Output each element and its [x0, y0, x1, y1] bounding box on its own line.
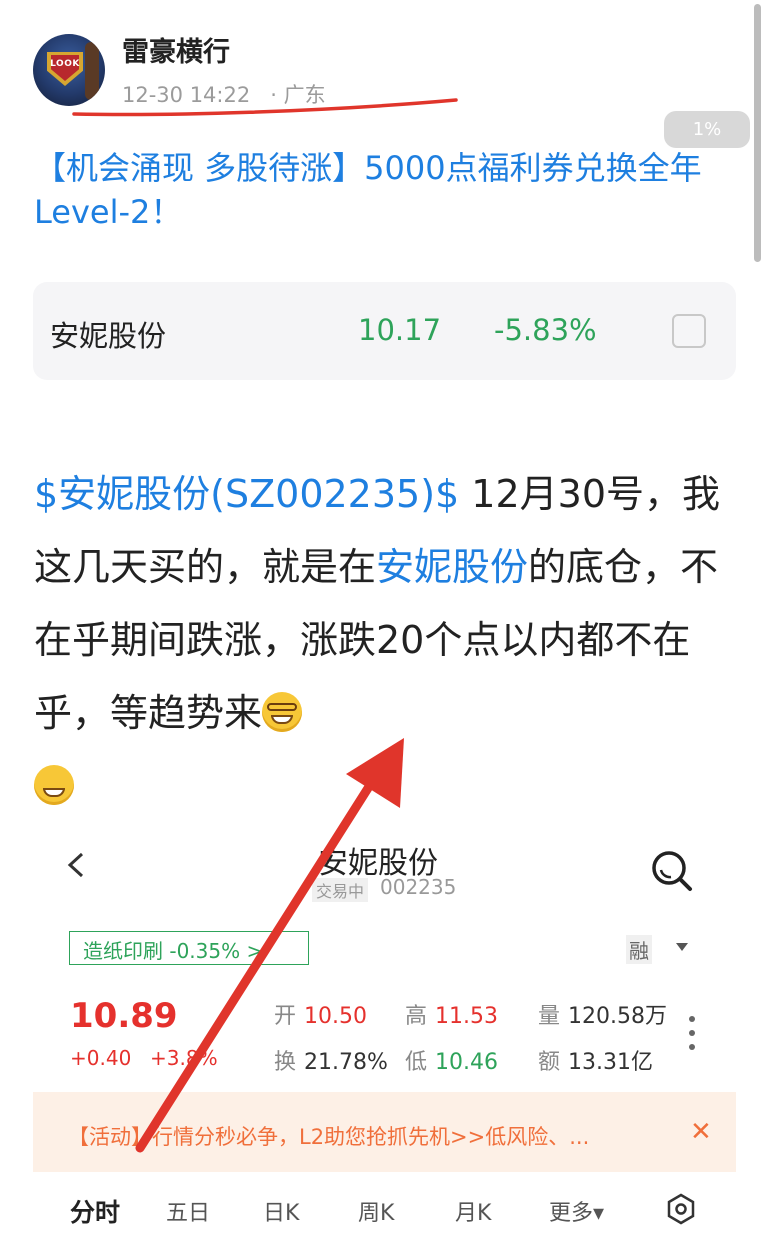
- tab-intraday[interactable]: 分时: [70, 1193, 120, 1229]
- volume: 量 120.58万: [538, 1004, 667, 1029]
- high-price: 高 11.53: [405, 1004, 498, 1029]
- more-vertical-icon[interactable]: [689, 1016, 697, 1058]
- tab-five-day[interactable]: 五日: [166, 1195, 210, 1227]
- username[interactable]: 雷豪横行: [122, 30, 230, 69]
- avatar-text: LOOK: [50, 59, 80, 69]
- scroll-percentage: 1%: [664, 111, 750, 148]
- turnover-rate: 换 21.78%: [274, 1050, 388, 1075]
- trading-status-badge: 交易中: [312, 878, 369, 902]
- stock-card-price: 10.17: [358, 313, 442, 347]
- low-price: 低 10.46: [405, 1050, 498, 1075]
- stock-tag-link[interactable]: $安妮股份(SZ002235)$: [34, 472, 459, 516]
- caret-down-icon[interactable]: [676, 943, 688, 951]
- emoji-glasses-icon: [262, 691, 303, 732]
- scrollbar[interactable]: [754, 4, 761, 262]
- search-icon[interactable]: [649, 848, 693, 892]
- stock-card-change: -5.83%: [494, 313, 597, 347]
- stock-card-name: 安妮股份: [50, 319, 167, 353]
- close-icon[interactable]: ✕: [690, 1117, 712, 1147]
- post-body: $安妮股份(SZ002235)$ 12月30号，我这几天买的，就是在安妮股份的底…: [34, 458, 740, 823]
- checkbox-icon[interactable]: [672, 314, 706, 348]
- price-change-abs: +0.40: [70, 1046, 132, 1070]
- tab-more[interactable]: 更多▾: [549, 1195, 604, 1227]
- trade-amount: 额 13.31亿: [538, 1050, 653, 1075]
- stock-inline-link[interactable]: 安妮股份: [376, 545, 528, 589]
- current-price: 10.89: [70, 996, 178, 1036]
- tab-daily-k[interactable]: 日K: [263, 1195, 299, 1227]
- app-stock-code: 002235: [380, 875, 457, 899]
- tab-weekly-k[interactable]: 周K: [358, 1195, 394, 1227]
- settings-hexagon-icon[interactable]: [664, 1192, 698, 1226]
- sector-label: 造纸印刷 -0.35% >: [83, 939, 264, 963]
- back-chevron-icon[interactable]: [64, 852, 90, 878]
- annotation-underline: [72, 98, 458, 117]
- tab-monthly-k[interactable]: 月K: [455, 1195, 491, 1227]
- emoji-grin-icon: [34, 764, 74, 805]
- open-price: 开 10.50: [274, 1004, 367, 1029]
- margin-badge: 融: [626, 935, 652, 964]
- price-change-pct: +3.8%: [150, 1046, 218, 1070]
- headline-link[interactable]: 【机会涌现 多股待涨】5000点福利券兑换全年Level-2！: [34, 146, 746, 234]
- promo-banner-text: 【活动】行情分秒必争，L2助您抢抓先机>>低风险、...: [68, 1125, 590, 1149]
